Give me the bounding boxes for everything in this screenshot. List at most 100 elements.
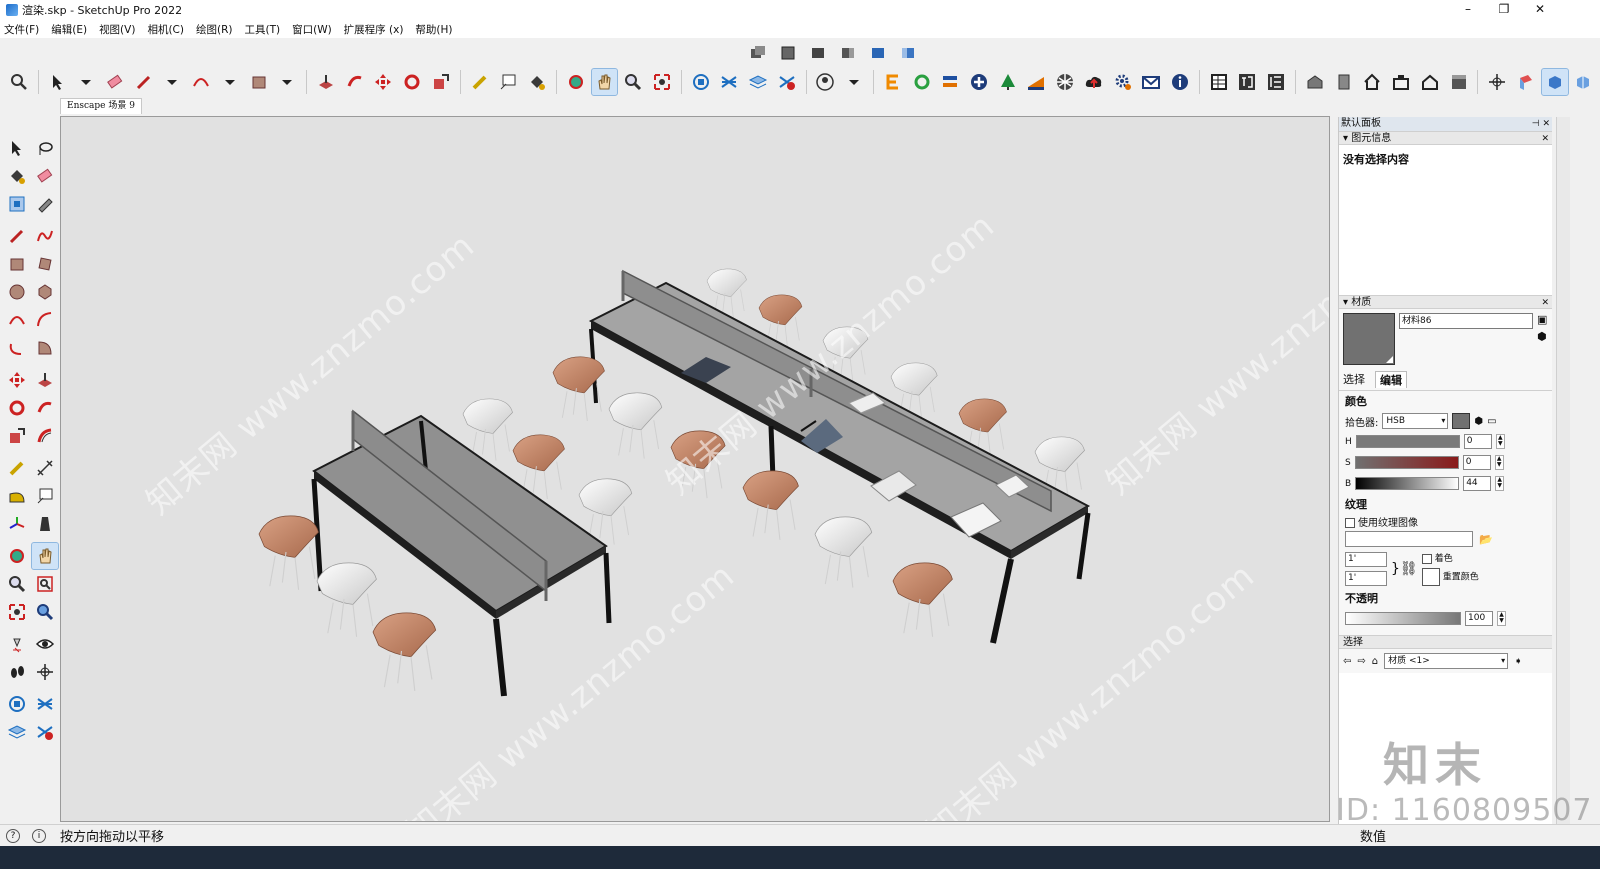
saturation-spinner[interactable]: ▲ ▼ xyxy=(1494,455,1504,470)
user-account-icon[interactable] xyxy=(813,69,839,95)
enscape-views-icon[interactable] xyxy=(937,69,963,95)
sample-paint-icon[interactable]: ⬢ xyxy=(1537,330,1547,343)
color-sample-swatch[interactable] xyxy=(1452,413,1471,429)
menu-camera[interactable]: 相机(C) xyxy=(147,22,184,37)
opacity-spinner[interactable]: ▲ ▼ xyxy=(1497,611,1506,626)
polygon-tool-icon[interactable] xyxy=(32,279,58,305)
section-plane-tool-icon[interactable] xyxy=(32,659,58,685)
top-view-icon[interactable] xyxy=(775,40,801,66)
follow-me-icon[interactable] xyxy=(342,69,368,95)
material-name-field[interactable]: 材料86 xyxy=(1399,313,1533,329)
close-button[interactable]: ✕ xyxy=(1522,0,1558,20)
eraser-icon[interactable] xyxy=(102,69,128,95)
two-point-arc-icon[interactable] xyxy=(32,307,58,333)
text-tool-icon[interactable] xyxy=(495,69,521,95)
maximize-button[interactable]: ❐ xyxy=(1486,0,1522,20)
section-display-icon[interactable] xyxy=(1540,68,1569,96)
menu-tools[interactable]: 工具(T) xyxy=(244,22,280,37)
three-point-arc-icon[interactable] xyxy=(4,335,30,361)
forward-arrow-icon[interactable]: ⇨ xyxy=(1357,656,1365,667)
orbit-icon[interactable] xyxy=(4,543,30,569)
info-icon[interactable]: i xyxy=(32,828,46,843)
rotated-rectangle-icon[interactable] xyxy=(32,251,58,277)
zoom-extents-icon[interactable] xyxy=(4,599,30,625)
model-viewport[interactable]: 知末网 www.znzmo.com 知末网 www.znzmo.com 知末网 … xyxy=(60,116,1330,822)
push-pull-icon[interactable] xyxy=(313,69,339,95)
collection-select[interactable]: 材质 <1> ▾ xyxy=(1384,653,1509,669)
tab-edit[interactable]: 编辑 xyxy=(1375,371,1407,388)
axes-icon[interactable] xyxy=(1484,69,1510,95)
create-material-icon[interactable]: ▣ xyxy=(1537,313,1547,326)
section-cut-icon[interactable] xyxy=(1571,69,1597,95)
enscape-logo-icon[interactable] xyxy=(880,69,906,95)
saturation-slider[interactable] xyxy=(1354,456,1459,469)
paint-bucket-icon[interactable] xyxy=(4,163,30,189)
saturation-value[interactable]: 0 xyxy=(1462,455,1491,470)
pan-hand-icon[interactable] xyxy=(31,542,59,570)
previous-view-icon[interactable] xyxy=(32,599,58,625)
zoom-icon[interactable] xyxy=(620,69,646,95)
rectangle-tool-icon[interactable] xyxy=(246,69,272,95)
enscape-sync-icon[interactable] xyxy=(909,69,935,95)
back-arrow-icon[interactable]: ⇦ xyxy=(1343,656,1351,667)
brightness-value[interactable]: 44 xyxy=(1463,476,1492,491)
sun-settings-icon[interactable] xyxy=(1024,69,1050,95)
tab-select[interactable]: 选择 xyxy=(1343,371,1365,388)
styles-icon[interactable] xyxy=(716,69,742,95)
tags-icon[interactable] xyxy=(774,69,800,95)
orbit-icon[interactable] xyxy=(563,69,589,95)
mail-icon[interactable] xyxy=(1138,69,1164,95)
dropdown-chevron-icon[interactable] xyxy=(73,69,99,95)
pencil-line-icon[interactable] xyxy=(4,223,30,249)
scale-icon[interactable] xyxy=(4,423,30,449)
search-icon[interactable] xyxy=(6,69,32,95)
styles-icon[interactable] xyxy=(32,691,58,717)
close-icon[interactable]: ✕ xyxy=(1541,132,1549,146)
menu-help[interactable]: 帮助(H) xyxy=(415,22,452,37)
geo-location-icon[interactable]: ? xyxy=(6,828,20,843)
components-icon[interactable] xyxy=(688,69,714,95)
minimize-button[interactable]: – xyxy=(1450,0,1486,20)
follow-me-icon[interactable] xyxy=(32,395,58,421)
pie-tool-icon[interactable] xyxy=(32,335,58,361)
texture-width-field[interactable]: 1' xyxy=(1345,551,1387,567)
info-icon[interactable] xyxy=(1167,69,1193,95)
tree-asset-icon[interactable] xyxy=(995,69,1021,95)
home-icon[interactable] xyxy=(1359,69,1385,95)
opacity-slider[interactable] xyxy=(1345,612,1461,625)
char-tool-icon[interactable] xyxy=(1235,69,1261,95)
look-around-icon[interactable] xyxy=(32,631,58,657)
match-model-color-icon[interactable]: ⬢ xyxy=(1474,416,1483,427)
menu-draw[interactable]: 绘图(R) xyxy=(196,22,233,37)
move-icon[interactable] xyxy=(371,69,397,95)
match-screen-color-icon[interactable]: ▭ xyxy=(1487,416,1496,427)
hue-spinner[interactable]: ▲ ▼ xyxy=(1495,434,1505,449)
position-camera-icon[interactable] xyxy=(4,631,30,657)
lasso-select-icon[interactable] xyxy=(32,135,58,161)
tape-measure-icon[interactable] xyxy=(467,69,493,95)
scale-icon[interactable] xyxy=(428,69,454,95)
dropdown-chevron-icon[interactable] xyxy=(217,69,243,95)
right-view-icon[interactable] xyxy=(835,40,861,66)
use-texture-checkbox[interactable] xyxy=(1345,518,1355,528)
menu-view[interactable]: 视图(V) xyxy=(99,22,135,37)
menu-edit[interactable]: 编辑(E) xyxy=(51,22,87,37)
home-icon[interactable]: ⌂ xyxy=(1372,656,1378,667)
circle-tool-icon[interactable] xyxy=(4,279,30,305)
select-arrow-icon[interactable] xyxy=(45,69,71,95)
section-plane-icon[interactable] xyxy=(1513,69,1539,95)
material-swatch[interactable] xyxy=(1343,313,1395,365)
tape-measure-icon[interactable] xyxy=(4,455,30,481)
menu-file[interactable]: 文件(F) xyxy=(4,22,39,37)
protractor-icon[interactable] xyxy=(4,483,30,509)
dropdown-chevron-icon[interactable] xyxy=(274,69,300,95)
texture-path-field[interactable] xyxy=(1345,531,1473,547)
layers-icon[interactable] xyxy=(745,69,771,95)
iso-view-icon[interactable] xyxy=(745,40,771,66)
house-outline-icon[interactable] xyxy=(1417,69,1443,95)
offset-icon[interactable] xyxy=(32,423,58,449)
picker-select[interactable]: HSB ▾ xyxy=(1382,413,1449,429)
menu-window[interactable]: 窗口(W) xyxy=(292,22,332,37)
tags-icon[interactable] xyxy=(32,719,58,745)
walk-icon[interactable] xyxy=(4,659,30,685)
